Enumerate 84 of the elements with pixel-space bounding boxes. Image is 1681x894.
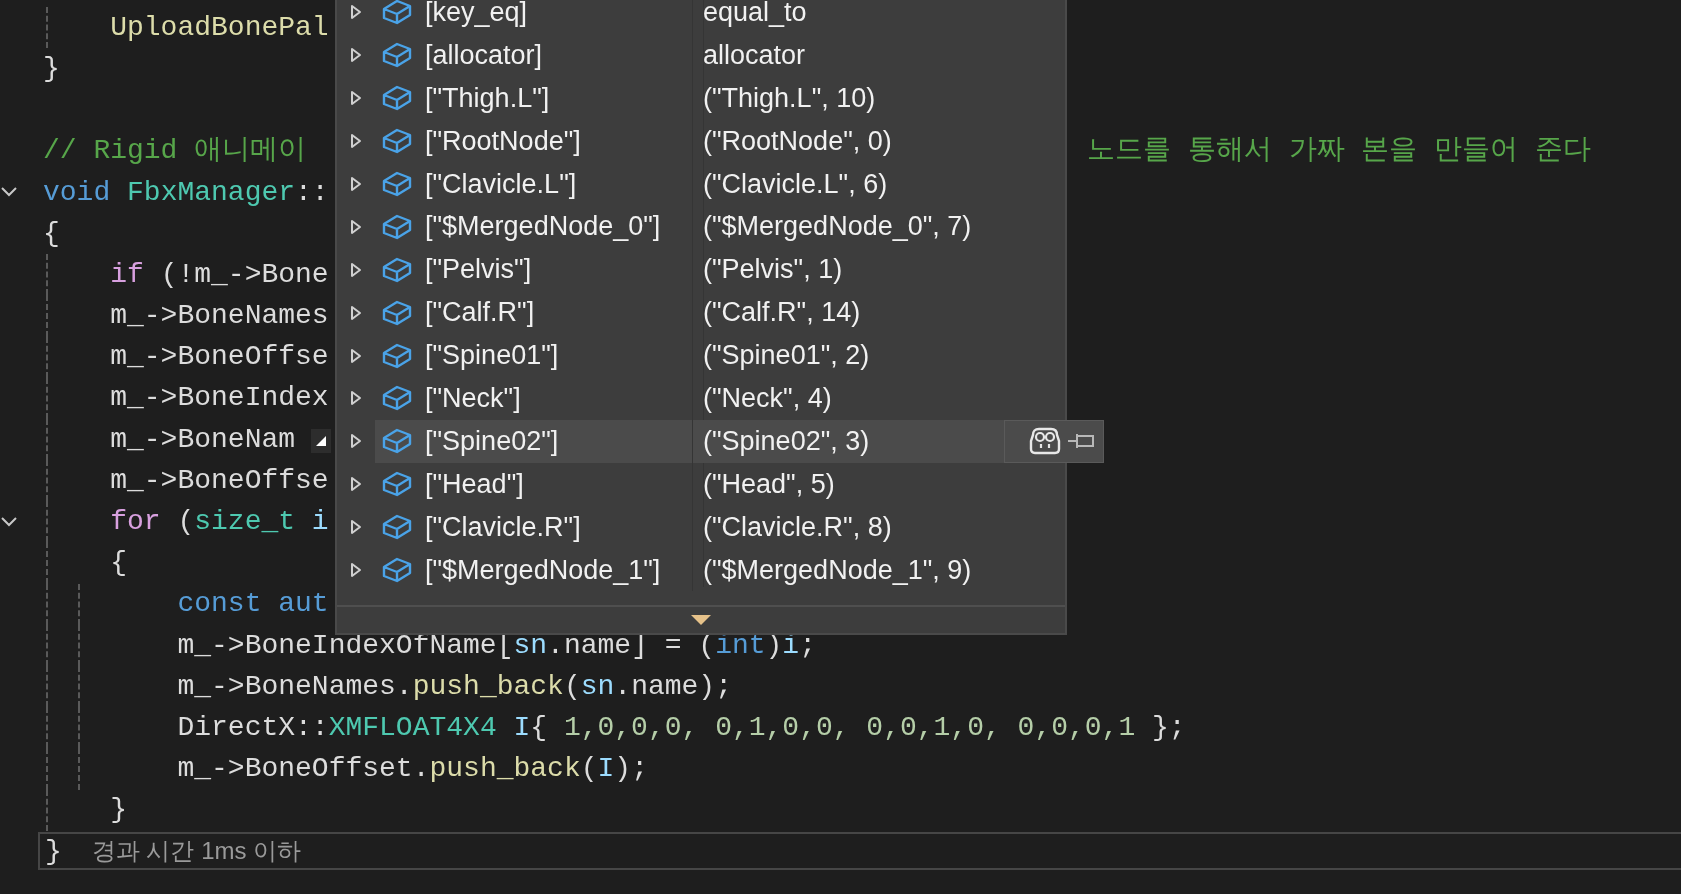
expand-icon[interactable]	[350, 47, 362, 64]
goggles-icon[interactable]	[1029, 427, 1061, 456]
expand-icon[interactable]	[350, 390, 362, 407]
code-comment: 노드를 통해서 가짜 본을 만들어 준다	[1087, 134, 1592, 168]
variable-name: ["Spine01"]	[425, 340, 559, 372]
code-line: for (size_t i	[109, 505, 329, 539]
variable-name: ["Thigh.L"]	[425, 82, 550, 114]
variable-name: ["Calf.R"]	[425, 297, 535, 329]
code-line: if (!m_->Bone	[109, 257, 329, 292]
chevron-icon[interactable]	[0, 186, 18, 199]
expand-icon[interactable]	[350, 261, 362, 278]
variable-value: ("Clavicle.R", 8)	[703, 511, 892, 542]
variable-row[interactable]: ["Clavicle.R"] ("Clavicle.R", 8)	[375, 505, 1065, 549]
variable-name: ["RootNode"]	[425, 125, 581, 157]
variable-row[interactable]: [key_eq] equal_to	[375, 0, 1065, 34]
variable-name: ["Clavicle.R"]	[425, 511, 581, 543]
expand-icon[interactable]	[350, 218, 362, 235]
variable-value: allocator	[703, 39, 806, 70]
variable-name: ["$MergedNode_1"]	[425, 554, 661, 586]
code-line: m_->BoneOffse	[109, 463, 329, 498]
variable-value: ("Neck", 4)	[703, 382, 832, 413]
expand-icon[interactable]	[350, 304, 362, 321]
code-line: m_->BoneOffse	[109, 340, 329, 374]
expand-icon[interactable]	[350, 347, 362, 364]
code-line: UploadBonePal	[109, 10, 329, 45]
variable-row[interactable]: ["Neck"] ("Neck", 4)	[375, 377, 1065, 420]
elapsed-time-hint: 경과 시간 1ms 이하	[91, 836, 302, 867]
variable-name: ["Head"]	[425, 468, 524, 500]
code-line: m_->BoneNames.push_back(sn.name);	[176, 669, 732, 704]
variable-value: ("Clavicle.L", 6)	[703, 168, 888, 199]
variable-value: ("$MergedNode_0", 7)	[703, 211, 972, 242]
variable-value: ("Spine02", 3)	[703, 425, 870, 456]
variable-name: ["Spine02"]	[425, 425, 559, 457]
expand-icon[interactable]	[350, 90, 362, 107]
code-line: m_->BoneIndex	[109, 381, 329, 416]
variable-row[interactable]: ["Calf.R"] ("Calf.R", 14)	[375, 291, 1065, 335]
variable-row[interactable]: ["$MergedNode_1"] ("$MergedNode_1", 9)	[375, 548, 1065, 592]
chevron-icon[interactable]	[0, 515, 18, 528]
variable-row[interactable]: ["Pelvis"] ("Pelvis", 1)	[375, 248, 1065, 292]
variable-value: ("Pelvis", 1)	[703, 254, 843, 285]
code-line: DirectX::XMFLOAT4X4 I{ 1,0,0,0, 0,1,0,0, 0,0,1,0, 0,0,0,1 };	[176, 711, 1186, 745]
expand-icon[interactable]	[350, 519, 362, 536]
code-line: // Rigid 애니메이	[43, 134, 307, 168]
variable-row[interactable]: ["RootNode"] ("RootNode", 0)	[375, 119, 1065, 163]
scroll-down-icon[interactable]	[690, 614, 712, 626]
code-line: }	[43, 52, 60, 86]
corner-triangle-icon	[315, 434, 327, 447]
expand-icon[interactable]	[350, 4, 362, 21]
code-line: }	[45, 834, 62, 869]
variable-name: [key_eq]	[425, 0, 528, 28]
code-line: {	[43, 216, 60, 251]
variable-row[interactable]: ["$MergedNode_0"] ("$MergedNode_0", 7)	[375, 205, 1065, 249]
cube-icon	[381, 555, 413, 585]
expand-icon[interactable]	[350, 433, 362, 450]
variable-value: ("Spine01", 2)	[703, 340, 870, 371]
code-line: void FbxManager::	[43, 175, 329, 210]
variable-name: ["$MergedNode_0"]	[425, 211, 661, 243]
variable-row[interactable]: [allocator] allocator	[375, 33, 1065, 77]
code-line: m_->BoneNam	[109, 422, 296, 457]
variable-value: ("$MergedNode_1", 9)	[703, 554, 972, 585]
code-line: }	[109, 793, 127, 827]
expand-icon[interactable]	[350, 176, 362, 192]
expand-icon[interactable]	[350, 476, 362, 493]
cube-icon	[381, 169, 413, 199]
variable-name: [allocator]	[425, 39, 543, 71]
collapse-button[interactable]	[311, 428, 331, 453]
variable-value: ("Head", 5)	[703, 468, 835, 499]
variable-value: ("Thigh.L", 10)	[703, 82, 876, 113]
variable-row[interactable]: ["Head"] ("Head", 5)	[375, 462, 1065, 506]
expand-icon[interactable]	[350, 133, 362, 150]
variable-name: ["Clavicle.L"]	[425, 168, 577, 200]
code-line: m_->BoneNames	[109, 299, 329, 333]
variable-value: ("Calf.R", 14)	[703, 297, 861, 328]
code-line: {	[109, 546, 127, 580]
code-line: const aut	[176, 587, 329, 621]
variable-name: ["Neck"]	[425, 382, 521, 414]
variable-name: ["Pelvis"]	[425, 254, 532, 286]
variable-row[interactable]: ["Clavicle.L"] ("Clavicle.L", 6)	[375, 162, 1065, 206]
code-line: m_->BoneOffset.push_back(I);	[176, 752, 648, 786]
variable-row[interactable]: ["Spine01"] ("Spine01", 2)	[375, 334, 1065, 377]
variable-value: equal_to	[703, 0, 807, 27]
expand-icon[interactable]	[350, 562, 362, 578]
variable-row[interactable]: ["Thigh.L"] ("Thigh.L", 10)	[375, 76, 1065, 120]
variable-value: ("RootNode", 0)	[703, 125, 892, 156]
